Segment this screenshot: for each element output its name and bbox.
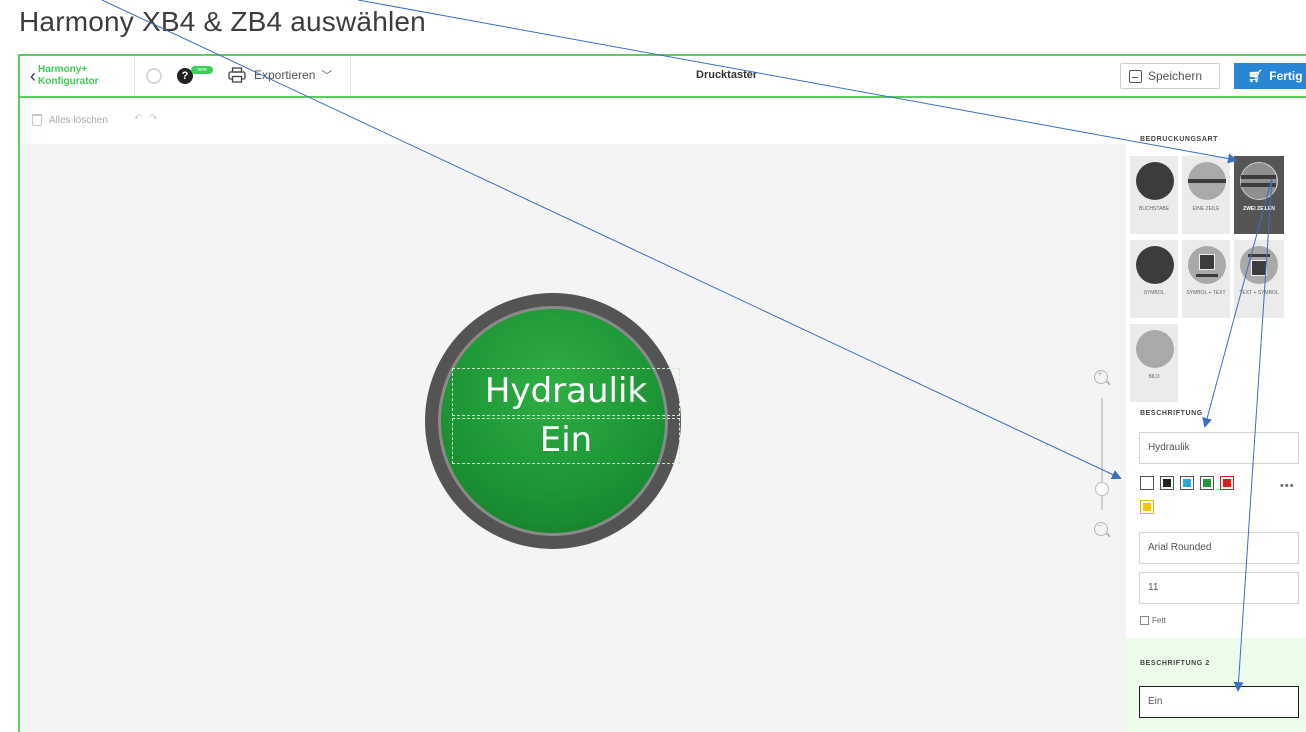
zoom-in-icon[interactable] — [1094, 369, 1108, 384]
brand-line-2: Konfigurator — [38, 76, 99, 87]
export-label: Exportieren — [254, 68, 316, 82]
font-size-input[interactable]: 11 — [1139, 572, 1299, 604]
color-swatch-red[interactable] — [1220, 476, 1234, 490]
solid-circle-icon — [1136, 162, 1174, 200]
printer-icon — [228, 67, 246, 83]
print-type-image[interactable]: BILD — [1130, 324, 1178, 402]
print-type-text-symbol[interactable]: TEXT + SYMBOL — [1234, 240, 1284, 318]
undo-icon[interactable]: ↶ — [134, 113, 142, 124]
clear-all-label: Alles löschen — [49, 114, 108, 126]
chevron-left-icon: ‹ — [30, 66, 36, 86]
divider — [134, 56, 135, 96]
color-swatch-green[interactable] — [1200, 476, 1214, 490]
back-to-configurator-button[interactable]: ‹ Harmony+ Konfigurator — [30, 64, 99, 88]
top-bar: ‹ Harmony+ Konfigurator ? new Exportiere… — [20, 56, 1306, 98]
image-circle-icon — [1136, 330, 1174, 368]
done-button[interactable]: 🛒︎ Fertig — [1234, 63, 1306, 89]
text-line-1-box[interactable]: Hydraulik — [452, 368, 680, 416]
print-type-letter[interactable]: BUCHSTABE — [1130, 156, 1178, 234]
solid-circle-icon — [1136, 246, 1174, 284]
font-select[interactable]: Arial Rounded — [1139, 532, 1299, 564]
print-type-two-lines[interactable]: ZWEI ZEILEN — [1234, 156, 1284, 234]
settings-icon[interactable] — [146, 68, 162, 84]
cart-icon: 🛒︎ — [1248, 69, 1264, 83]
clear-all-button[interactable]: Alles löschen — [32, 114, 108, 126]
new-badge: new — [191, 66, 213, 74]
text-symbol-icon — [1240, 246, 1278, 284]
print-type-symbol-text[interactable]: SYMBOL + TEXT — [1182, 240, 1230, 318]
document-title: Drucktaster — [696, 69, 758, 81]
bold-label: Fett — [1152, 616, 1166, 625]
more-colors-icon[interactable]: ••• — [1280, 480, 1295, 492]
divider — [350, 56, 351, 96]
caption-2-section: BESCHRIFTUNG 2 Ein — [1126, 638, 1306, 732]
print-type-label: EINE ZEILE — [1192, 206, 1220, 212]
caption-2-heading: BESCHRIFTUNG 2 — [1140, 660, 1210, 667]
save-icon — [1129, 69, 1142, 83]
zoom-out-icon[interactable] — [1094, 521, 1108, 536]
print-type-heading: BEDRUCKUNGSART — [1140, 136, 1219, 143]
chevron-down-icon: ﹀ — [321, 70, 333, 82]
design-canvas[interactable]: Hydraulik Ein — [20, 144, 1126, 732]
color-swatch-black[interactable] — [1160, 476, 1174, 490]
print-type-label: SYMBOL + TEXT — [1186, 290, 1226, 296]
caption-input[interactable]: Hydraulik — [1139, 432, 1299, 464]
save-button[interactable]: Speichern — [1120, 63, 1220, 89]
print-type-one-line[interactable]: EINE ZEILE — [1182, 156, 1230, 234]
symbol-text-icon — [1188, 246, 1226, 284]
properties-panel: BEDRUCKUNGSART BUCHSTABE EINE ZEILE ZWEI… — [1126, 100, 1306, 732]
caption-heading: BESCHRIFTUNG — [1140, 410, 1203, 417]
two-lines-icon — [1240, 162, 1278, 200]
redo-icon[interactable]: ↷ — [149, 113, 157, 124]
caption-2-input[interactable]: Ein — [1139, 686, 1299, 718]
brand-logo: Harmony+ Konfigurator — [38, 64, 99, 88]
one-line-icon — [1188, 162, 1226, 200]
checkbox-box[interactable] — [1140, 616, 1149, 625]
print-type-label: BUCHSTABE — [1138, 206, 1170, 212]
zoom-slider-thumb[interactable] — [1095, 482, 1109, 496]
edit-toolbar: Alles löschen ↶ ↷ — [20, 100, 1126, 144]
save-label: Speichern — [1148, 69, 1203, 83]
print-type-label: SYMBOL — [1143, 290, 1165, 296]
print-type-label: TEXT + SYMBOL — [1239, 290, 1279, 296]
text-line-2-box[interactable]: Ein — [452, 418, 680, 464]
text-line-2: Ein — [539, 420, 593, 460]
slide-title: Harmony XB4 & ZB4 auswählen — [19, 6, 426, 37]
print-type-label: ZWEI ZEILEN — [1243, 206, 1275, 212]
export-button[interactable]: Exportieren ﹀ — [228, 67, 332, 83]
color-swatch-white[interactable] — [1140, 476, 1154, 490]
trash-icon — [32, 114, 42, 126]
brand-line-1: Harmony+ — [38, 64, 88, 75]
slide: Harmony XB4 & ZB4 auswählen ‹ Harmony+ K… — [0, 0, 1306, 732]
done-label: Fertig — [1269, 69, 1303, 83]
color-swatch-yellow[interactable] — [1140, 500, 1154, 514]
configurator-window: ‹ Harmony+ Konfigurator ? new Exportiere… — [18, 54, 1306, 732]
push-button-bezel: Hydraulik Ein — [425, 293, 681, 549]
bold-checkbox[interactable]: Fett — [1140, 616, 1166, 625]
print-type-symbol[interactable]: SYMBOL — [1130, 240, 1178, 318]
text-line-1: Hydraulik — [484, 371, 648, 411]
color-swatch-blue[interactable] — [1180, 476, 1194, 490]
print-type-label: BILD — [1148, 374, 1160, 380]
